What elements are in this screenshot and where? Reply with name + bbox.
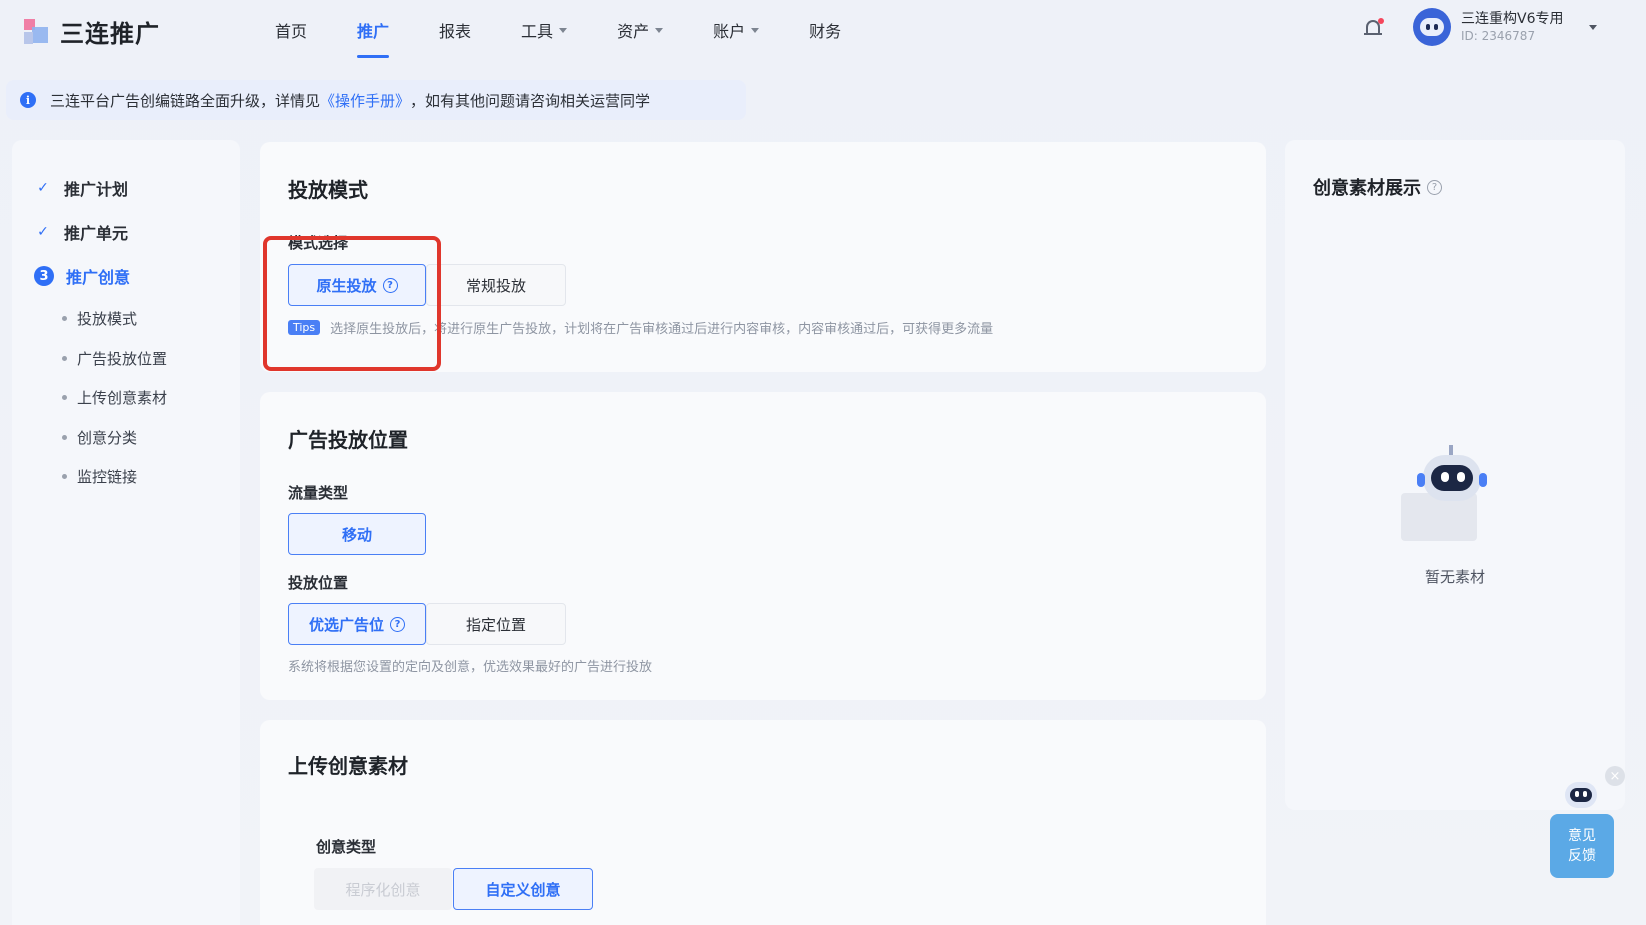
sub-item-label: 上传创意素材 bbox=[77, 389, 168, 407]
nav-label: 工具 bbox=[521, 22, 554, 41]
help-icon[interactable]: ? bbox=[390, 616, 405, 632]
annotation-highlight-box bbox=[263, 236, 441, 371]
chevron-down-icon bbox=[655, 27, 664, 33]
sub-item-upload[interactable]: 上传创意素材 bbox=[62, 387, 167, 408]
chevron-down-icon bbox=[1589, 24, 1598, 30]
option-label: 程序化创意 bbox=[345, 880, 421, 899]
bullet-icon bbox=[62, 435, 67, 440]
logo-text: 三连推广 bbox=[60, 20, 160, 48]
sub-item-monitor-link[interactable]: 监控链接 bbox=[62, 466, 137, 487]
placement-hint: 系统将根据您设置的定向及创意，优选效果最好的广告进行投放 bbox=[288, 656, 652, 675]
check-icon: ✓ bbox=[37, 224, 49, 240]
sub-item-label: 创意分类 bbox=[77, 429, 138, 447]
option-label: 优选广告位 bbox=[308, 615, 384, 634]
regular-delivery-button[interactable]: 常规投放 bbox=[426, 264, 566, 306]
mobile-traffic-button[interactable]: 移动 bbox=[288, 513, 426, 555]
step-number-badge: 3 bbox=[34, 266, 54, 286]
bullet-icon bbox=[62, 474, 67, 479]
feedback-button[interactable]: 意见 反馈 bbox=[1550, 814, 1614, 878]
nav-item-tools[interactable]: 工具 bbox=[521, 0, 568, 60]
nav-label: 报表 bbox=[439, 22, 472, 41]
nav-label: 财务 bbox=[809, 22, 842, 41]
nav-item-assets[interactable]: 资产 bbox=[617, 0, 664, 60]
main-nav: 首页 推广 报表 工具 资产 账户 财务 bbox=[275, 0, 891, 60]
nav-item-finance[interactable]: 财务 bbox=[809, 0, 841, 60]
logo-mark-icon bbox=[24, 18, 48, 45]
traffic-type-label: 流量类型 bbox=[288, 484, 349, 502]
nav-label: 资产 bbox=[617, 22, 650, 41]
close-icon[interactable]: × bbox=[1605, 766, 1625, 786]
creative-preview-panel: 创意素材展示 ? 暂无素材 bbox=[1285, 140, 1625, 810]
step-label: 推广创意 bbox=[66, 268, 131, 287]
user-menu[interactable]: 三连重构V6专用 ID: 2346787 bbox=[1413, 8, 1598, 46]
placement-title: 广告投放位置 bbox=[288, 428, 408, 452]
creative-type-label: 创意类型 bbox=[316, 838, 377, 856]
sub-item-label: 投放模式 bbox=[77, 310, 138, 328]
step-campaign[interactable]: ✓ 推广计划 bbox=[34, 176, 128, 200]
feedback-label-line1: 意见 bbox=[1568, 828, 1596, 844]
empty-robot-illustration-icon bbox=[1391, 445, 1501, 545]
step-creative[interactable]: 3 推广创意 bbox=[34, 264, 130, 288]
robot-mascot-icon bbox=[1561, 776, 1601, 812]
help-icon[interactable]: ? bbox=[1427, 179, 1442, 195]
bullet-icon bbox=[62, 316, 67, 321]
app-logo[interactable]: 三连推广 bbox=[24, 14, 160, 49]
notice-banner: i 三连平台广告创编链路全面升级，详情见 《操作手册》 ，如有其他问题请咨询相关… bbox=[6, 80, 746, 120]
upload-card: 上传创意素材 创意类型 程序化创意 自定义创意 bbox=[260, 720, 1266, 925]
preferred-slot-button[interactable]: 优选广告位 ? bbox=[288, 603, 426, 645]
user-id: ID: 2346787 bbox=[1461, 29, 1536, 43]
user-name: 三连重构V6专用 bbox=[1461, 11, 1564, 27]
chevron-down-icon bbox=[751, 27, 760, 33]
upload-title: 上传创意素材 bbox=[288, 754, 408, 778]
bullet-icon bbox=[62, 356, 67, 361]
custom-creative-button[interactable]: 自定义创意 bbox=[453, 868, 593, 910]
bullet-icon bbox=[62, 395, 67, 400]
step-unit[interactable]: ✓ 推广单元 bbox=[34, 220, 128, 244]
nav-item-promotion[interactable]: 推广 bbox=[357, 0, 390, 60]
nav-item-account[interactable]: 账户 bbox=[713, 0, 760, 60]
hint-text: 系统将根据您设置的定向及创意，优选效果最好的广告进行投放 bbox=[288, 660, 653, 675]
delivery-mode-title: 投放模式 bbox=[288, 178, 368, 202]
sub-item-delivery-mode[interactable]: 投放模式 bbox=[62, 308, 137, 329]
step-label: 推广计划 bbox=[64, 180, 129, 199]
feedback-label-line2: 反馈 bbox=[1568, 848, 1596, 864]
notification-bell-icon[interactable] bbox=[1364, 18, 1384, 38]
chevron-down-icon bbox=[559, 27, 568, 33]
nav-label: 推广 bbox=[357, 22, 390, 41]
nav-label: 首页 bbox=[275, 22, 308, 41]
sub-item-category[interactable]: 创意分类 bbox=[62, 427, 137, 448]
option-label: 移动 bbox=[341, 525, 372, 544]
notice-text-after: ，如有其他问题请咨询相关运营同学 bbox=[410, 91, 651, 110]
option-label: 自定义创意 bbox=[485, 880, 561, 899]
sub-item-label: 广告投放位置 bbox=[77, 350, 168, 368]
programmatic-creative-button[interactable]: 程序化创意 bbox=[314, 868, 452, 910]
avatar bbox=[1413, 8, 1451, 46]
nav-item-home[interactable]: 首页 bbox=[275, 0, 307, 60]
specified-position-button[interactable]: 指定位置 bbox=[426, 603, 566, 645]
preview-title: 创意素材展示 ? bbox=[1313, 174, 1442, 200]
position-label: 投放位置 bbox=[288, 574, 349, 592]
preview-title-text: 创意素材展示 bbox=[1313, 178, 1421, 199]
empty-state-text: 暂无素材 bbox=[1424, 568, 1485, 586]
info-icon: i bbox=[20, 92, 36, 108]
manual-link[interactable]: 《操作手册》 bbox=[320, 90, 410, 111]
unread-dot bbox=[1378, 18, 1384, 24]
nav-item-reports[interactable]: 报表 bbox=[439, 0, 471, 60]
user-info: 三连重构V6专用 ID: 2346787 bbox=[1461, 10, 1563, 44]
top-header: 三连推广 首页 推广 报表 工具 资产 账户 财务 三连重构V6专用 ID: 2… bbox=[0, 0, 1646, 60]
check-icon: ✓ bbox=[37, 180, 49, 196]
sub-item-placement[interactable]: 广告投放位置 bbox=[62, 348, 167, 369]
step-sidebar: ✓ 推广计划 ✓ 推广单元 3 推广创意 投放模式 广告投放位置 上传创意素材 … bbox=[12, 140, 240, 925]
notice-text-before: 三连平台广告创编链路全面升级，详情见 bbox=[50, 91, 321, 110]
option-label: 常规投放 bbox=[465, 276, 526, 295]
option-label: 指定位置 bbox=[465, 615, 526, 634]
step-label: 推广单元 bbox=[64, 224, 129, 243]
sub-item-label: 监控链接 bbox=[77, 468, 138, 486]
nav-label: 账户 bbox=[713, 22, 746, 41]
placement-card: 广告投放位置 流量类型 移动 投放位置 优选广告位 ? 指定位置 系统将根据您设… bbox=[260, 392, 1266, 700]
